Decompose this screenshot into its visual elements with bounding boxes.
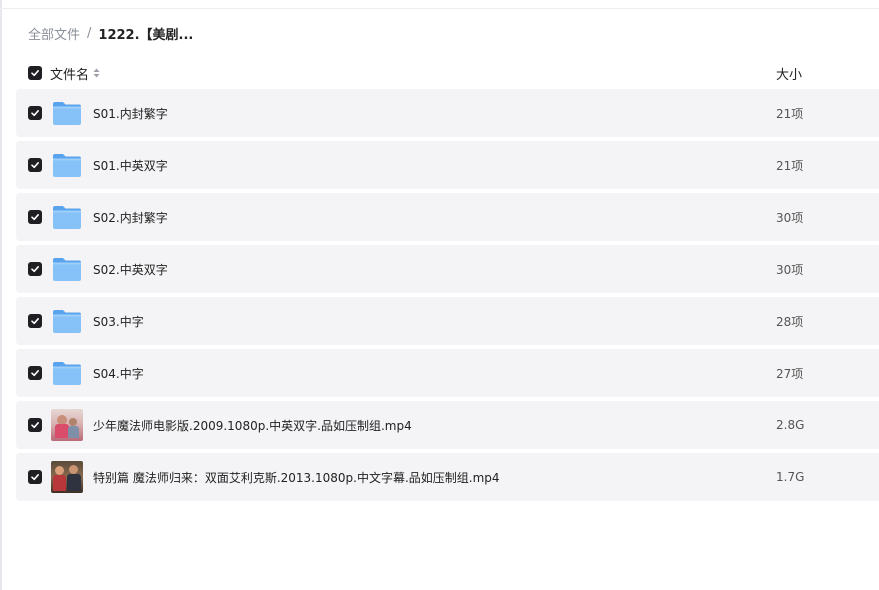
top-divider (0, 8, 879, 9)
file-row[interactable]: S01.中英双字 21项 (16, 141, 879, 189)
file-list: S01.内封繁字 21项 S01.中英双字 21项 S02.内封繁字 30项 S… (16, 89, 879, 505)
checkmark-icon (31, 266, 39, 273)
folder-icon (51, 149, 83, 181)
breadcrumb-separator: / (87, 25, 92, 41)
row-checkbox[interactable] (28, 470, 42, 484)
file-row[interactable]: S03.中字 28项 (16, 297, 879, 345)
video-thumbnail-icon (51, 461, 83, 493)
file-size: 27项 (776, 366, 804, 381)
checkmark-icon (31, 70, 39, 77)
row-checkbox[interactable] (28, 418, 42, 432)
row-checkbox[interactable] (28, 106, 42, 120)
checkmark-icon (31, 110, 39, 117)
file-name[interactable]: S02.中英双字 (93, 261, 168, 278)
file-row[interactable]: S01.内封繁字 21项 (16, 89, 879, 137)
checkmark-icon (31, 214, 39, 221)
checkmark-icon (31, 422, 39, 429)
row-checkbox[interactable] (28, 314, 42, 328)
file-name[interactable]: S01.中英双字 (93, 157, 168, 174)
file-size: 30项 (776, 210, 804, 225)
file-name[interactable]: S01.内封繁字 (93, 105, 168, 122)
file-name[interactable]: 特别篇 魔法师归来：双面艾利克斯.2013.1080p.中文字幕.品如压制组.m… (93, 469, 500, 486)
folder-icon (51, 97, 83, 129)
file-row[interactable]: S04.中字 27项 (16, 349, 879, 397)
size-column-header[interactable]: 大小 (776, 64, 802, 83)
file-browser: 全部文件 / 1222.【美剧... 文件名 大小 S01.内封繁字 21项 S… (0, 0, 879, 590)
row-checkbox[interactable] (28, 262, 42, 276)
checkmark-icon (31, 474, 39, 481)
file-list-header: 文件名 大小 (16, 60, 879, 86)
breadcrumb: 全部文件 / 1222.【美剧... (28, 23, 193, 43)
file-name[interactable]: S03.中字 (93, 313, 144, 330)
file-row[interactable]: S02.内封繁字 30项 (16, 193, 879, 241)
row-checkbox[interactable] (28, 210, 42, 224)
folder-icon (51, 357, 83, 389)
folder-icon (51, 305, 83, 337)
file-row[interactable]: 特别篇 魔法师归来：双面艾利克斯.2013.1080p.中文字幕.品如压制组.m… (16, 453, 879, 501)
name-column-header[interactable]: 文件名 (50, 64, 100, 83)
checkmark-icon (31, 370, 39, 377)
row-checkbox[interactable] (28, 366, 42, 380)
file-size: 30项 (776, 262, 804, 277)
file-size: 2.8G (776, 418, 805, 432)
row-checkbox[interactable] (28, 158, 42, 172)
file-size: 21项 (776, 106, 804, 121)
left-border (0, 0, 2, 590)
name-column-label: 文件名 (50, 67, 90, 83)
checkmark-icon (31, 162, 39, 169)
file-name[interactable]: 少年魔法师电影版.2009.1080p.中英双字.品如压制组.mp4 (93, 417, 412, 434)
file-size: 21项 (776, 158, 804, 173)
video-thumbnail-icon (51, 409, 83, 441)
file-name[interactable]: S04.中字 (93, 365, 144, 382)
sort-icon[interactable] (93, 68, 100, 78)
folder-icon (51, 201, 83, 233)
file-size: 28项 (776, 314, 804, 329)
folder-icon (51, 253, 83, 285)
file-row[interactable]: S02.中英双字 30项 (16, 245, 879, 293)
checkmark-icon (31, 318, 39, 325)
breadcrumb-root-link[interactable]: 全部文件 (28, 24, 80, 43)
select-all-checkbox[interactable] (28, 66, 42, 80)
file-row[interactable]: 少年魔法师电影版.2009.1080p.中英双字.品如压制组.mp4 2.8G (16, 401, 879, 449)
breadcrumb-current-folder: 1222.【美剧... (98, 27, 194, 43)
file-size: 1.7G (776, 470, 805, 484)
file-name[interactable]: S02.内封繁字 (93, 209, 168, 226)
